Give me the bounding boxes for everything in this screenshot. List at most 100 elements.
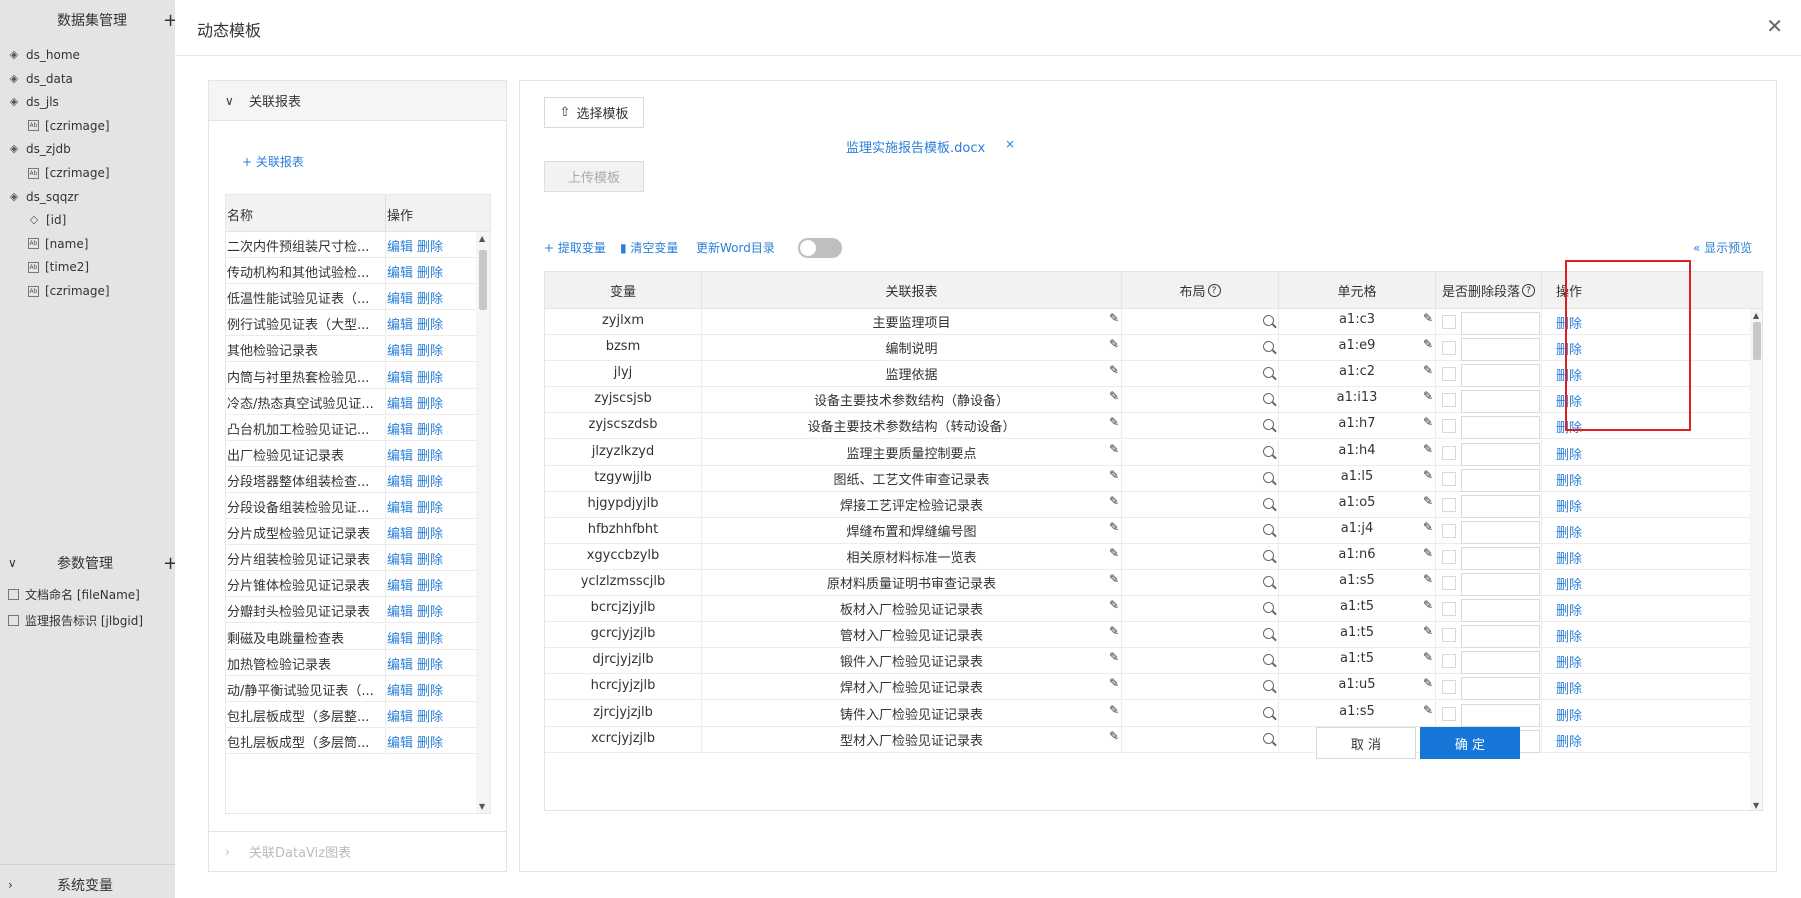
scroll-up-icon[interactable]: ▲ xyxy=(479,234,485,243)
delete-link[interactable]: 删除 xyxy=(1556,444,1582,463)
delete-link[interactable]: 删除 xyxy=(417,314,443,333)
edit-pencil-icon[interactable]: ✎ xyxy=(1109,572,1119,586)
tree-field-item[interactable]: Ab [czrimage] xyxy=(28,161,110,185)
delete-paragraph-checkbox[interactable] xyxy=(1442,419,1456,434)
tree-dataset-item[interactable]: ◈ ds_zjdb xyxy=(8,137,71,161)
edit-link[interactable]: 编辑 xyxy=(387,680,413,699)
remove-file-icon[interactable]: × xyxy=(1005,137,1015,151)
edit-pencil-icon[interactable]: ✎ xyxy=(1423,520,1433,534)
edit-pencil-icon[interactable]: ✎ xyxy=(1109,494,1119,508)
edit-pencil-icon[interactable]: ✎ xyxy=(1423,598,1433,612)
delete-link[interactable]: 删除 xyxy=(1556,313,1582,332)
search-icon[interactable] xyxy=(1263,393,1274,405)
delete-paragraph-checkbox[interactable] xyxy=(1442,706,1456,721)
edit-pencil-icon[interactable]: ✎ xyxy=(1109,520,1119,534)
delete-paragraph-input[interactable] xyxy=(1461,416,1540,440)
template-file-link[interactable]: 监理实施报告模板.docx xyxy=(846,137,985,156)
delete-link[interactable]: 删除 xyxy=(417,471,443,490)
tree-field-item[interactable]: Ab [czrimage] xyxy=(28,114,110,138)
tree-field-item[interactable]: Ab [time2] xyxy=(28,255,89,279)
edit-link[interactable]: 编辑 xyxy=(387,393,413,412)
delete-link[interactable]: 删除 xyxy=(1556,678,1582,697)
delete-paragraph-input[interactable] xyxy=(1461,573,1540,596)
edit-pencil-icon[interactable]: ✎ xyxy=(1109,624,1119,638)
show-preview-button[interactable]: « 显示预览 xyxy=(1693,239,1752,256)
vertical-scrollbar[interactable]: ▲ ▼ xyxy=(476,232,490,813)
delete-paragraph-checkbox[interactable] xyxy=(1442,341,1456,356)
delete-link[interactable]: 删除 xyxy=(417,340,443,359)
edit-pencil-icon[interactable]: ✎ xyxy=(1423,572,1433,586)
edit-pencil-icon[interactable]: ✎ xyxy=(1109,311,1119,325)
search-icon[interactable] xyxy=(1263,732,1274,744)
ok-button[interactable]: 确 定 xyxy=(1420,727,1520,759)
vertical-scrollbar[interactable]: ▲ ▼ xyxy=(1750,309,1762,810)
delete-link[interactable]: 删除 xyxy=(1556,600,1582,619)
delete-paragraph-input[interactable] xyxy=(1461,520,1540,544)
edit-pencil-icon[interactable]: ✎ xyxy=(1423,442,1433,456)
param-item[interactable]: 监理报告标识 [jlbgid] xyxy=(8,608,143,632)
edit-link[interactable]: 编辑 xyxy=(387,523,413,542)
tree-dataset-item[interactable]: ◈ ds_home xyxy=(8,43,80,67)
dataviz-charts-header[interactable]: › 关联DataViz图表 xyxy=(209,831,506,871)
search-icon[interactable] xyxy=(1263,341,1274,353)
related-reports-header[interactable]: ∨ 关联报表 xyxy=(209,81,506,121)
edit-link[interactable]: 编辑 xyxy=(387,549,413,568)
search-icon[interactable] xyxy=(1263,523,1274,535)
delete-paragraph-input[interactable] xyxy=(1461,312,1540,335)
search-icon[interactable] xyxy=(1263,680,1274,692)
delete-paragraph-input[interactable] xyxy=(1461,390,1540,414)
edit-pencil-icon[interactable]: ✎ xyxy=(1109,468,1119,482)
delete-link[interactable]: 删除 xyxy=(1556,731,1582,750)
delete-paragraph-checkbox[interactable] xyxy=(1442,497,1456,512)
delete-link[interactable]: 删除 xyxy=(1556,365,1582,384)
delete-link[interactable]: 删除 xyxy=(417,236,443,255)
edit-link[interactable]: 编辑 xyxy=(387,288,413,307)
edit-pencil-icon[interactable]: ✎ xyxy=(1109,415,1119,429)
delete-paragraph-checkbox[interactable] xyxy=(1442,315,1456,329)
delete-link[interactable]: 删除 xyxy=(417,732,443,751)
edit-pencil-icon[interactable]: ✎ xyxy=(1109,729,1119,743)
edit-link[interactable]: 编辑 xyxy=(387,367,413,386)
update-toc-toggle[interactable] xyxy=(798,238,842,258)
edit-link[interactable]: 编辑 xyxy=(387,471,413,490)
extract-variables-button[interactable]: + 提取变量 xyxy=(544,239,606,256)
delete-link[interactable]: 删除 xyxy=(1556,522,1582,541)
delete-link[interactable]: 删除 xyxy=(417,445,443,464)
chevron-right-icon[interactable]: › xyxy=(8,878,13,892)
clear-variables-button[interactable]: ▮ 清空变量 xyxy=(620,239,678,256)
edit-link[interactable]: 编辑 xyxy=(387,497,413,516)
chevron-down-icon[interactable]: ∨ xyxy=(8,556,17,570)
search-icon[interactable] xyxy=(1263,549,1274,561)
tree-field-item[interactable]: ◇ [id] xyxy=(28,208,67,232)
delete-link[interactable]: 删除 xyxy=(417,549,443,568)
scrollbar-thumb[interactable] xyxy=(1753,322,1761,360)
delete-link[interactable]: 删除 xyxy=(1556,417,1582,436)
tree-dataset-item[interactable]: ◈ ds_sqqzr xyxy=(8,185,79,209)
add-related-report-button[interactable]: + 关联报表 xyxy=(242,153,304,170)
delete-paragraph-input[interactable] xyxy=(1461,546,1540,570)
edit-link[interactable]: 编辑 xyxy=(387,419,413,438)
edit-link[interactable]: 编辑 xyxy=(387,732,413,751)
delete-paragraph-input[interactable] xyxy=(1461,494,1540,518)
cancel-button[interactable]: 取 消 xyxy=(1316,727,1416,759)
delete-link[interactable]: 删除 xyxy=(417,680,443,699)
edit-pencil-icon[interactable]: ✎ xyxy=(1423,415,1433,429)
scroll-down-icon[interactable]: ▼ xyxy=(479,802,485,811)
search-icon[interactable] xyxy=(1263,654,1274,666)
edit-pencil-icon[interactable]: ✎ xyxy=(1423,546,1433,560)
edit-pencil-icon[interactable]: ✎ xyxy=(1423,624,1433,638)
delete-paragraph-checkbox[interactable] xyxy=(1442,628,1456,643)
delete-paragraph-input[interactable] xyxy=(1461,677,1540,701)
edit-pencil-icon[interactable]: ✎ xyxy=(1423,494,1433,508)
search-icon[interactable] xyxy=(1263,576,1274,587)
search-icon[interactable] xyxy=(1263,471,1274,483)
delete-paragraph-checkbox[interactable] xyxy=(1442,549,1456,564)
search-icon[interactable] xyxy=(1263,706,1274,718)
delete-paragraph-checkbox[interactable] xyxy=(1442,471,1456,486)
search-icon[interactable] xyxy=(1263,367,1274,379)
delete-link[interactable]: 删除 xyxy=(417,523,443,542)
delete-paragraph-checkbox[interactable] xyxy=(1442,367,1456,382)
delete-link[interactable]: 删除 xyxy=(417,288,443,307)
select-template-button[interactable]: ⇧ 选择模板 xyxy=(544,97,644,128)
delete-paragraph-checkbox[interactable] xyxy=(1442,393,1456,408)
